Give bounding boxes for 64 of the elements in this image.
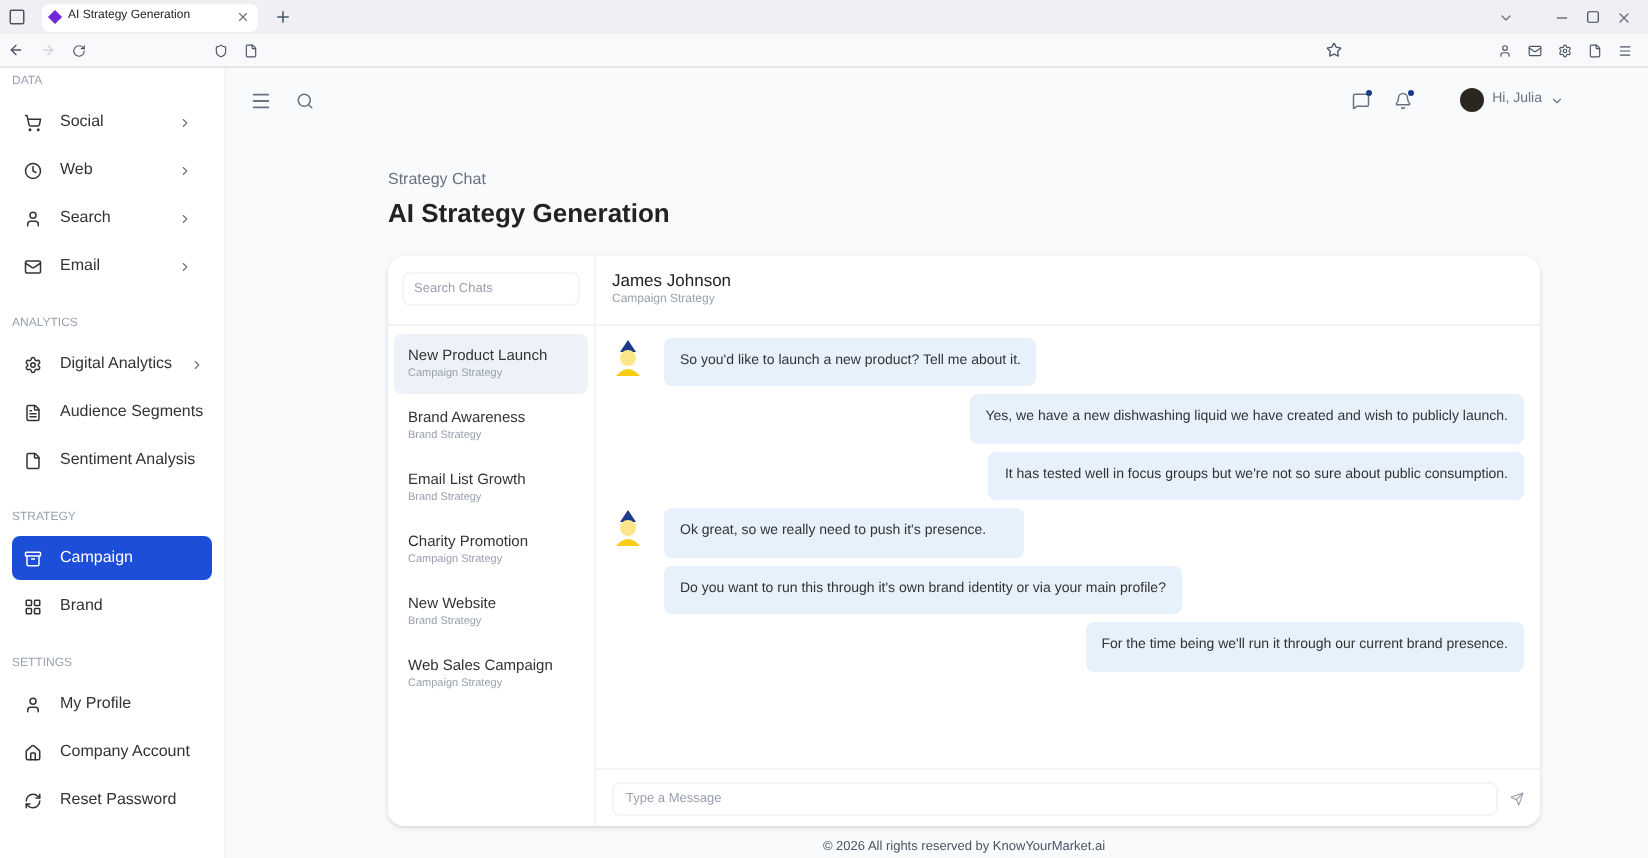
extension-icon[interactable] <box>1558 43 1572 57</box>
extension-icon[interactable] <box>1588 43 1602 57</box>
back-icon[interactable] <box>8 42 24 58</box>
caret-icon <box>1550 93 1564 107</box>
grid-icon <box>24 597 42 615</box>
sidebar-label: Web <box>60 158 95 182</box>
sidebar-label: Email <box>60 254 103 278</box>
sidebar-label: Sentiment Analysis <box>60 448 198 472</box>
tab-logo-icon <box>47 9 63 25</box>
bell-icon[interactable] <box>1394 91 1413 109</box>
sidebar-item[interactable]: Campaign <box>12 536 212 580</box>
sidebar-item[interactable]: Social <box>12 100 212 144</box>
mail-icon[interactable] <box>1528 43 1542 57</box>
sidebar-label: Search <box>60 206 113 230</box>
restore-icon[interactable] <box>1586 10 1600 24</box>
sidebar-item[interactable]: Email <box>12 244 212 288</box>
sidebar-item[interactable]: Company Account <box>12 730 212 774</box>
new-tab-icon[interactable] <box>274 8 292 26</box>
search-icon[interactable] <box>296 91 314 109</box>
account-icon[interactable] <box>1498 43 1512 57</box>
file-icon <box>24 451 42 469</box>
sidebar-label: Brand <box>60 594 105 618</box>
close-icon[interactable] <box>1616 9 1632 25</box>
sidebar-item[interactable]: Audience Segments <box>12 390 212 434</box>
sidebar-label: Social <box>60 110 106 134</box>
sidebar-label: Digital Analytics <box>60 352 173 376</box>
shield-icon[interactable] <box>214 43 228 57</box>
bot-avatar-icon <box>612 508 644 548</box>
breadcrumb: Strategy Chat <box>388 168 488 192</box>
cart-icon <box>24 113 42 131</box>
sidebar-item[interactable]: Reset Password <box>12 778 212 822</box>
bookmark-star-icon[interactable] <box>1326 42 1342 58</box>
sidebar-item[interactable]: Brand <box>12 584 212 628</box>
send-icon[interactable] <box>1510 791 1524 806</box>
gear-icon <box>24 355 42 373</box>
sidebar-label: My Profile <box>60 692 134 716</box>
clock-icon <box>24 161 42 179</box>
user-icon <box>24 209 42 227</box>
user-icon <box>24 695 42 713</box>
home-icon <box>24 743 42 761</box>
archive-icon <box>24 549 42 567</box>
chat-icon[interactable] <box>1352 91 1371 109</box>
document-icon <box>24 403 42 421</box>
avatar <box>1460 88 1485 112</box>
sidebar-label: Reset Password <box>60 788 179 812</box>
refresh-icon <box>24 791 42 809</box>
sidebar-item[interactable]: Sentiment Analysis <box>12 438 212 482</box>
sidebar-item[interactable]: Digital Analytics <box>12 342 212 386</box>
reload-icon[interactable] <box>72 43 86 57</box>
page-icon[interactable] <box>244 43 258 57</box>
contact-name: James Johnson <box>612 267 734 293</box>
sidebar-item[interactable]: My Profile <box>12 682 212 726</box>
tab-list-icon[interactable] <box>8 8 26 26</box>
sidebar-item[interactable]: Web <box>12 148 212 192</box>
close-icon[interactable] <box>236 10 250 24</box>
bot-avatar-icon <box>612 337 644 377</box>
sidebar-item[interactable]: Search <box>12 196 212 240</box>
menu-icon[interactable] <box>1618 43 1632 57</box>
sidebar-label: Campaign <box>60 546 135 570</box>
sidebar-label: Company Account <box>60 740 192 764</box>
sidebar-label: Audience Segments <box>60 400 204 424</box>
mail-icon <box>24 257 42 275</box>
page-title: AI Strategy Generation <box>388 196 672 232</box>
menu-icon[interactable] <box>250 89 272 111</box>
